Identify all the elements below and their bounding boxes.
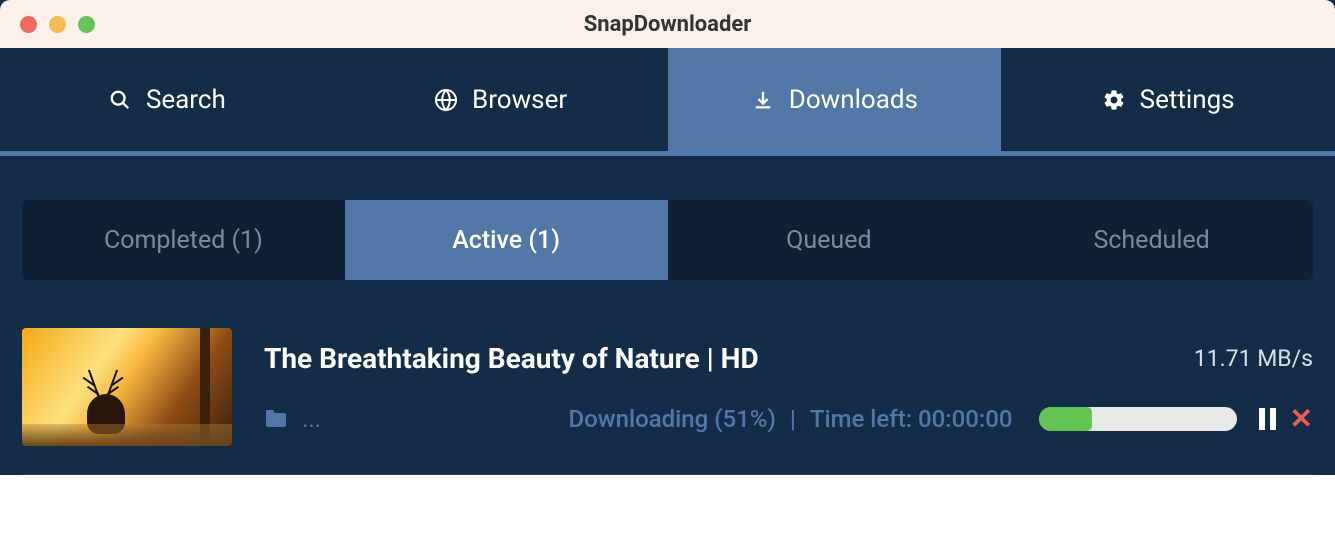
progress-bar [1039, 407, 1237, 431]
tab-queued-label: Queued [786, 226, 871, 255]
status-downloading: Downloading (51%) [569, 405, 776, 433]
gear-icon [1102, 88, 1126, 112]
titlebar: SnapDownloader [0, 0, 1335, 48]
main-nav: Search Browser Downloads Settings [0, 48, 1335, 156]
nav-search-label: Search [146, 85, 226, 115]
nav-settings[interactable]: Settings [1001, 48, 1335, 151]
app-title: SnapDownloader [584, 12, 752, 37]
app-window: SnapDownloader Search Browser Downloads … [0, 0, 1335, 475]
pause-icon [1259, 408, 1265, 430]
download-title: The Breathtaking Beauty of Nature | HD [264, 342, 759, 375]
tab-scheduled-label: Scheduled [1093, 226, 1209, 255]
download-icon [751, 88, 775, 112]
tab-queued[interactable]: Queued [668, 200, 991, 280]
status-time-left: Time left: 00:00:00 [810, 405, 1013, 433]
download-item: The Breathtaking Beauty of Nature | HD 1… [22, 280, 1313, 475]
nav-downloads-label: Downloads [789, 85, 918, 115]
download-speed: 11.71 MB/s [1194, 345, 1313, 372]
download-info: The Breathtaking Beauty of Nature | HD 1… [232, 342, 1313, 433]
tab-completed-label: Completed (1) [104, 226, 263, 255]
window-controls [0, 16, 95, 33]
globe-icon [434, 88, 458, 112]
separator: | [790, 405, 796, 433]
nav-search[interactable]: Search [0, 48, 334, 151]
pause-icon [1270, 408, 1276, 430]
minimize-window-button[interactable] [49, 16, 66, 33]
maximize-window-button[interactable] [78, 16, 95, 33]
search-icon [108, 88, 132, 112]
nav-browser-label: Browser [472, 85, 567, 115]
folder-icon [264, 409, 288, 429]
nav-browser[interactable]: Browser [334, 48, 668, 151]
pause-button[interactable] [1259, 408, 1276, 430]
content-area: Completed (1) Active (1) Queued Schedule… [0, 156, 1335, 475]
close-window-button[interactable] [20, 16, 37, 33]
folder-path: ... [302, 405, 321, 433]
download-actions: ✕ [1259, 405, 1313, 433]
download-status: Downloading (51%) | Time left: 00:00:00 [569, 405, 1013, 433]
nav-settings-label: Settings [1140, 85, 1235, 115]
progress-fill [1039, 407, 1092, 431]
download-sub-tabs: Completed (1) Active (1) Queued Schedule… [22, 200, 1313, 280]
tab-active-label: Active (1) [452, 226, 560, 255]
tab-scheduled[interactable]: Scheduled [990, 200, 1313, 280]
close-icon: ✕ [1290, 402, 1313, 435]
download-thumbnail[interactable] [22, 328, 232, 446]
open-folder-button[interactable]: ... [264, 405, 321, 433]
cancel-button[interactable]: ✕ [1290, 405, 1313, 433]
tab-completed[interactable]: Completed (1) [22, 200, 345, 280]
tab-active[interactable]: Active (1) [345, 200, 668, 280]
nav-downloads[interactable]: Downloads [668, 48, 1002, 151]
